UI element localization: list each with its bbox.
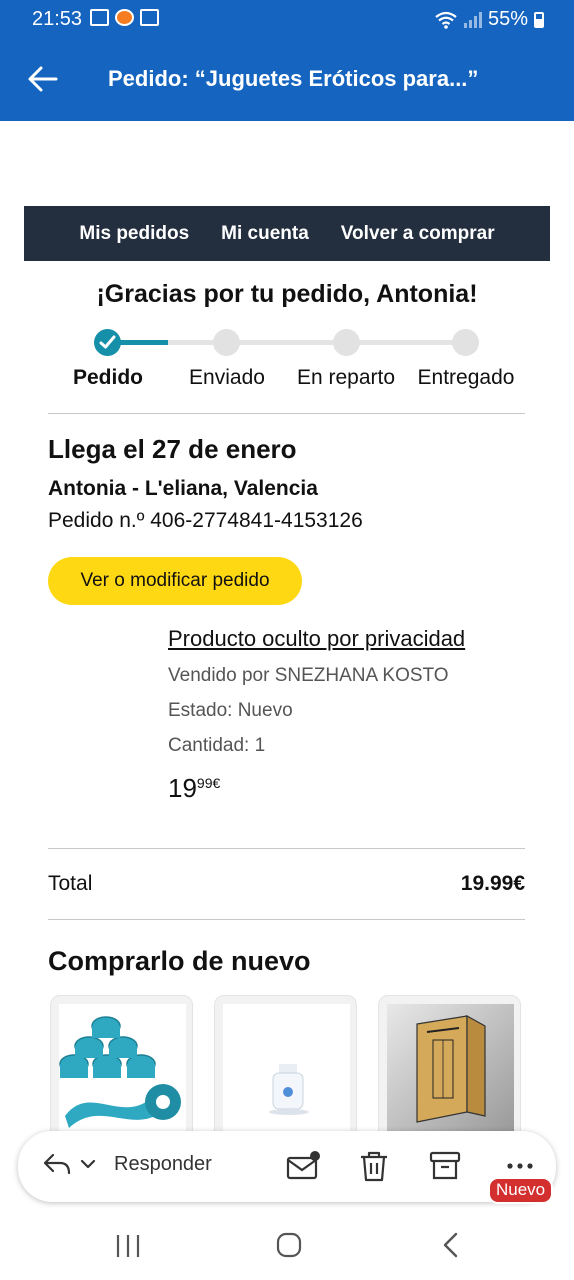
buy-again-item[interactable] — [378, 995, 521, 1145]
status-right: 55% — [434, 8, 544, 31]
status-bar: 21:53 55% — [0, 0, 574, 38]
step-dot-out-for-delivery — [333, 329, 360, 356]
step-label-ordered: Pedido — [72, 366, 144, 389]
font-icon — [90, 9, 109, 26]
view-edit-order-button[interactable]: Ver o modificar pedido — [48, 557, 302, 605]
thanks-heading: ¡Gracias por tu pedido, Antonia! — [96, 280, 478, 308]
price-fraction: 99€ — [196, 775, 221, 791]
step-dot-delivered — [452, 329, 479, 356]
mark-unread-icon[interactable] — [286, 1149, 320, 1183]
app-bar: Pedido: “Juguetes Eróticos para...” — [0, 38, 574, 121]
step-label-out-for-delivery: En reparto — [296, 366, 396, 389]
new-badge: Nuevo — [488, 1177, 554, 1204]
product-quantity: Cantidad: 1 — [168, 735, 266, 756]
shipping-address: Antonia - L'eliana, Valencia — [48, 477, 318, 500]
step-dot-ordered — [94, 329, 121, 356]
order-item: Producto oculto por privacidad Vendido p… — [168, 626, 548, 804]
page-title: Pedido: “Juguetes Eróticos para...” — [108, 66, 479, 91]
step-label-shipped: Enviado — [189, 366, 265, 389]
home-icon[interactable] — [275, 1230, 303, 1260]
email-action-bar: Responder Nuevo — [18, 1131, 556, 1204]
step-label-delivered: Entregado — [417, 366, 515, 389]
product-condition: Estado: Nuevo — [168, 700, 293, 721]
product-image-paper-box — [387, 1004, 514, 1132]
reply-button[interactable]: Responder — [42, 1151, 212, 1177]
step-dot-shipped — [213, 329, 240, 356]
total-value: 19.99€ — [460, 872, 525, 895]
notification-icons — [90, 9, 159, 26]
chevron-down-icon[interactable] — [80, 1158, 96, 1170]
order-progress: Pedido Enviado En reparto Entregado — [48, 322, 526, 394]
status-time: 21:53 — [32, 8, 83, 30]
product-price: 1999€ — [168, 773, 548, 804]
recent-apps-icon[interactable] — [114, 1230, 142, 1260]
product-image-tape — [59, 1004, 186, 1132]
order-number: Pedido n.º 406-2774841-4153126 — [48, 509, 363, 532]
product-image-bottle — [223, 1004, 350, 1132]
nav-buy-again[interactable]: Volver a comprar — [341, 223, 495, 245]
price-whole: 19 — [168, 773, 197, 803]
archive-icon[interactable] — [428, 1149, 462, 1183]
buy-again-item[interactable] — [50, 995, 193, 1145]
app-icon — [115, 9, 134, 26]
product-name-link[interactable]: Producto oculto por privacidad — [168, 626, 548, 652]
check-icon — [99, 335, 116, 349]
trash-icon[interactable] — [357, 1149, 391, 1183]
divider — [48, 413, 525, 414]
buy-again-heading: Comprarlo de nuevo — [48, 946, 311, 976]
nav-my-account[interactable]: Mi cuenta — [221, 223, 309, 245]
reply-label: Responder — [114, 1152, 212, 1175]
battery-percent: 55% — [487, 8, 528, 30]
reply-icon — [43, 1153, 71, 1175]
gallery-icon — [140, 9, 159, 26]
divider — [48, 848, 525, 849]
wifi-icon — [435, 11, 457, 29]
divider — [48, 919, 525, 920]
nav-my-orders[interactable]: Mis pedidos — [79, 223, 189, 245]
buy-again-item[interactable] — [214, 995, 357, 1145]
back-icon[interactable] — [438, 1230, 466, 1260]
total-label: Total — [48, 872, 93, 895]
system-navigation-bar — [0, 1212, 574, 1280]
arrow-left-icon[interactable] — [26, 62, 60, 96]
arrival-date: Llega el 27 de enero — [48, 434, 297, 464]
product-seller: Vendido por SNEZHANA KOSTO — [168, 665, 449, 686]
signal-icon — [463, 11, 482, 28]
battery-icon — [534, 11, 544, 28]
account-nav: Mis pedidos Mi cuenta Volver a comprar — [24, 206, 550, 261]
